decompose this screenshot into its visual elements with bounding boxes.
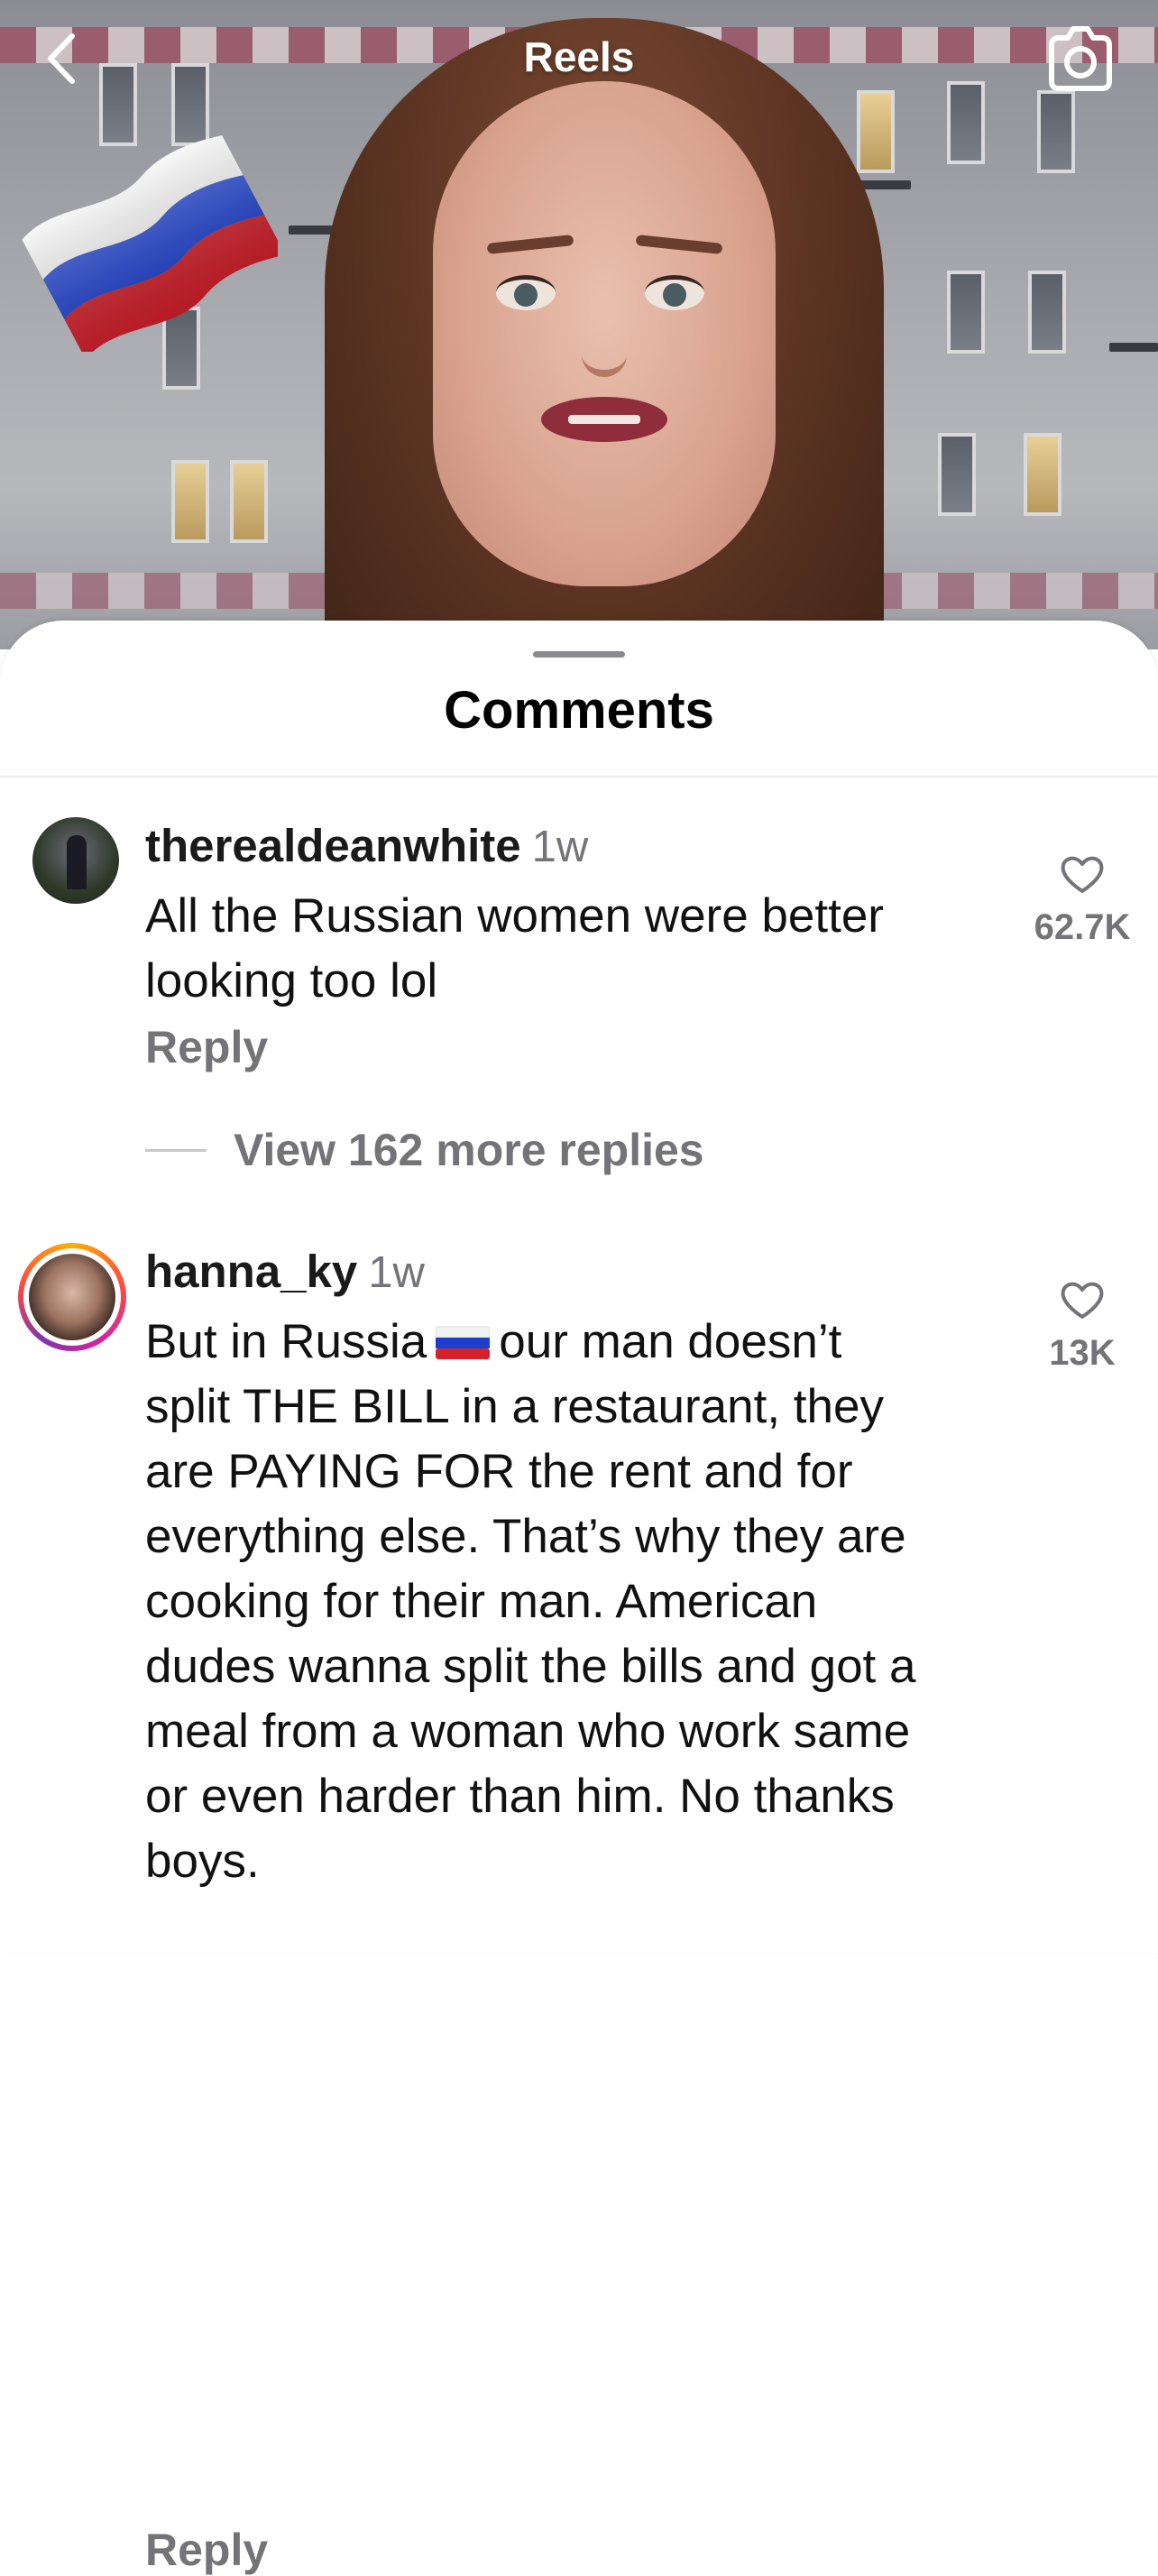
face: [433, 81, 776, 586]
balcony: [1109, 343, 1158, 352]
avatar[interactable]: [32, 817, 119, 904]
reply-button[interactable]: Reply: [145, 2524, 268, 2576]
like-control: 13K: [1003, 1279, 1158, 1374]
sheet-grabber[interactable]: [533, 651, 625, 658]
eye: [496, 275, 556, 310]
view-replies-button[interactable]: View 162 more replies: [145, 1124, 704, 1176]
building-window: [1024, 433, 1062, 516]
heart-icon[interactable]: [1059, 853, 1106, 895]
nose: [582, 307, 627, 377]
heart-icon[interactable]: [1059, 1279, 1106, 1320]
eye: [645, 275, 704, 310]
building-window: [1028, 271, 1066, 354]
reply-button[interactable]: Reply: [145, 1021, 268, 1073]
comment-text-part: split THE BILL in a restaurant, they are…: [145, 1380, 916, 1888]
russian-flag-icon: [436, 1326, 491, 1359]
building-window: [171, 460, 209, 543]
building-window: [230, 460, 268, 543]
lips: [541, 397, 667, 442]
comments-sheet: Comments therealdeanwhite 1w All the Russ…: [0, 621, 1158, 2575]
page-title: Reels: [523, 33, 635, 80]
eyebrow: [486, 235, 574, 254]
comment-username[interactable]: hanna_ky: [145, 1246, 357, 1297]
avatar: [29, 1254, 115, 1340]
building-window: [938, 433, 976, 516]
like-control: 62.7K: [1003, 853, 1158, 948]
sheet-title: Comments: [444, 681, 714, 740]
comment-time: 1w: [368, 1248, 425, 1297]
comment-text-part: our man doesn’t: [499, 1315, 842, 1368]
comment-text-part: But in Russia: [145, 1315, 427, 1368]
view-replies-label: View 162 more replies: [234, 1125, 704, 1175]
like-count: 13K: [1049, 1333, 1116, 1373]
avatar-ring-gap: [23, 1248, 121, 1346]
comment-text: All the Russian women were better lookin…: [145, 889, 884, 1007]
replies-dash: [145, 1148, 207, 1152]
comment-username[interactable]: therealdeanwhite: [145, 820, 521, 871]
comment-time: 1w: [531, 823, 589, 871]
russian-flag-sticker: [22, 135, 278, 352]
avatar-figure: [67, 835, 87, 889]
comment-header: therealdeanwhite 1w: [145, 819, 588, 872]
camera-icon[interactable]: [1044, 25, 1117, 94]
divider: [0, 776, 1158, 777]
eyebrow: [635, 235, 723, 254]
story-ring-avatar[interactable]: [18, 1243, 126, 1351]
top-bar: Reels: [0, 0, 1158, 126]
comment-text: But in Russia our man doesn’t split THE B…: [145, 1310, 1011, 1894]
like-count: 62.7K: [1034, 907, 1131, 947]
building-window: [947, 271, 985, 354]
comment-header: hanna_ky 1w: [145, 1245, 425, 1298]
